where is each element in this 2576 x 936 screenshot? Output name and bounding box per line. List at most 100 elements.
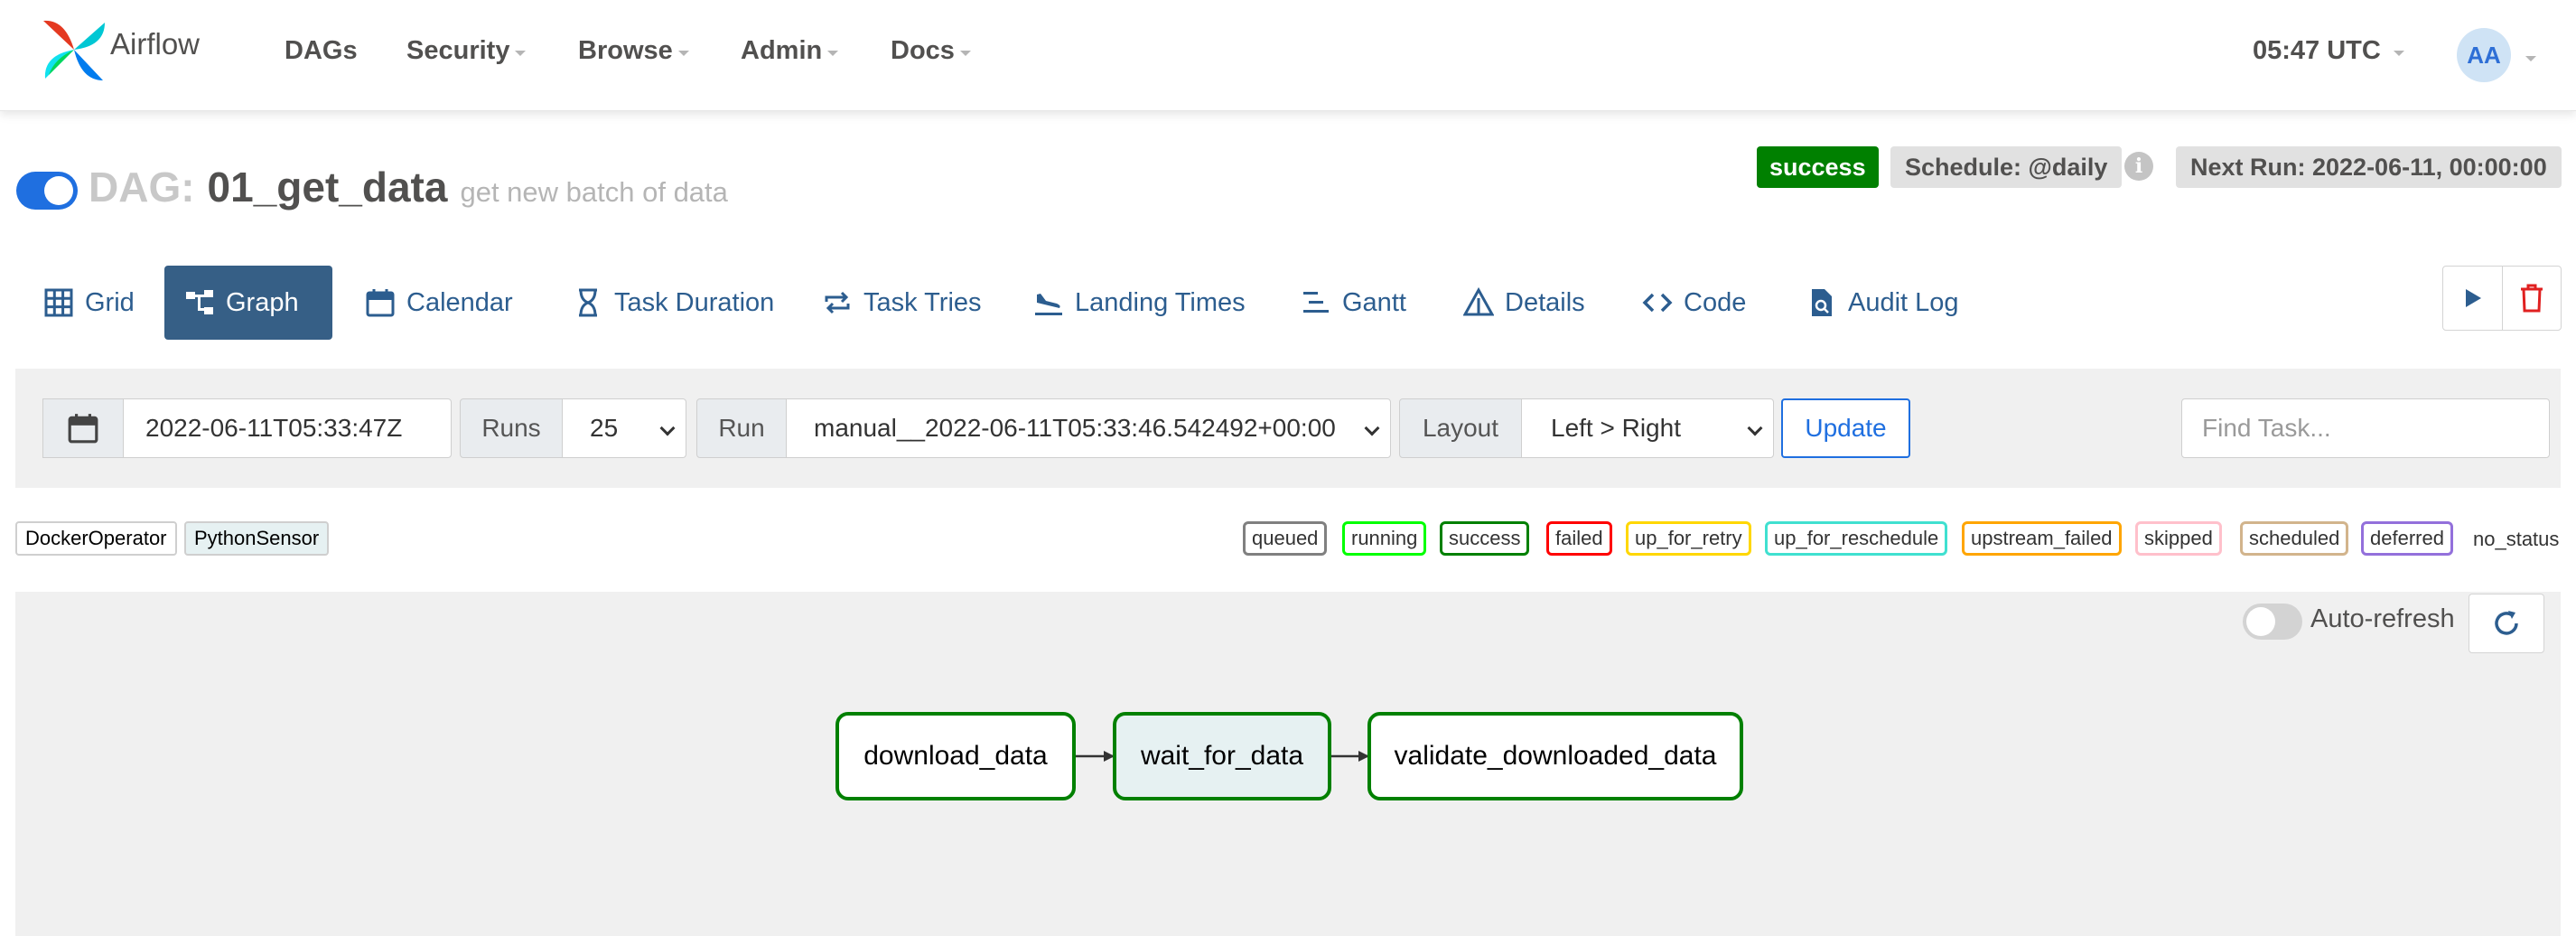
task-node-download-data[interactable]: download_data	[835, 712, 1076, 800]
nav-browse[interactable]: Browse	[578, 36, 689, 66]
airflow-pinwheel-icon	[43, 20, 105, 80]
caret-down-icon[interactable]	[2525, 56, 2536, 61]
state-legend-success[interactable]: success	[1440, 521, 1530, 556]
tab-grid[interactable]: Grid	[23, 266, 154, 340]
tab-graph-label: Graph	[226, 287, 299, 317]
task-node-validate-downloaded-data[interactable]: validate_downloaded_data	[1367, 712, 1743, 800]
caret-down-icon	[677, 50, 689, 56]
caret-down-icon	[515, 50, 527, 56]
graph-canvas[interactable]: Auto-refresh download_data wait_for_data…	[15, 592, 2561, 936]
state-legend-no-status[interactable]: no_status	[2473, 528, 2559, 551]
dag-pause-toggle[interactable]	[16, 172, 78, 210]
base-date-value: 2022-06-11T05:33:47Z	[145, 414, 403, 442]
tab-task-duration-label: Task Duration	[614, 287, 775, 317]
nav-security[interactable]: Security	[406, 36, 527, 66]
state-legend-failed[interactable]: failed	[1546, 521, 1612, 556]
trigger-dag-button[interactable]	[2443, 267, 2502, 330]
calendar-icon	[366, 289, 395, 317]
next-run-badge: Next Run: 2022-06-11, 00:00:00	[2176, 146, 2562, 188]
state-legend-running[interactable]: running	[1342, 521, 1427, 556]
tab-task-tries-label: Task Tries	[863, 287, 982, 317]
gantt-icon	[1303, 292, 1329, 313]
nav-admin-label: Admin	[741, 36, 823, 65]
nav-dags[interactable]: DAGs	[285, 36, 358, 66]
dag-actions	[2442, 266, 2562, 331]
hourglass-icon	[579, 288, 597, 317]
nav-browse-label: Browse	[578, 36, 673, 65]
layout-select[interactable]: Left > Right	[1521, 398, 1774, 458]
info-icon[interactable]: i	[2124, 152, 2153, 181]
task-label: download_data	[863, 741, 1048, 771]
schedule-badge: Schedule: @daily	[1890, 146, 2123, 188]
runs-value: 25	[590, 414, 619, 442]
state-legend-upstream-failed[interactable]: upstream_failed	[1962, 521, 2122, 556]
state-legend-deferred[interactable]: deferred	[2361, 521, 2453, 556]
tab-audit-log-label: Audit Log	[1848, 287, 1959, 317]
user-avatar[interactable]: AA	[2457, 28, 2511, 82]
task-node-wait-for-data[interactable]: wait_for_data	[1113, 712, 1331, 800]
plane-landing-icon	[1035, 294, 1062, 315]
grid-icon	[44, 288, 73, 317]
operator-legend-python-sensor: PythonSensor	[184, 521, 330, 556]
runs-label: Runs	[460, 398, 563, 458]
clock-label: 05:47 UTC	[2253, 36, 2381, 65]
run-label: Run	[696, 398, 787, 458]
tab-task-duration[interactable]: Task Duration	[553, 266, 794, 340]
operator-legend-docker: DockerOperator	[15, 521, 177, 556]
chevron-down-icon	[659, 420, 676, 436]
state-legend-scheduled[interactable]: scheduled	[2240, 521, 2349, 556]
tab-gantt[interactable]: Gantt	[1281, 266, 1426, 340]
state-legend-queued[interactable]: queued	[1243, 521, 1328, 556]
dag-id: 01_get_data	[207, 164, 448, 211]
layout-value: Left > Right	[1551, 414, 1681, 442]
tab-task-tries[interactable]: Task Tries	[802, 266, 1002, 340]
nav-admin[interactable]: Admin	[741, 36, 839, 66]
tab-gantt-label: Gantt	[1342, 287, 1406, 317]
nav-docs[interactable]: Docs	[891, 36, 971, 66]
state-legend-up-for-retry[interactable]: up_for_retry	[1626, 521, 1751, 556]
task-label: validate_downloaded_data	[1394, 741, 1717, 771]
avatar-initials: AA	[2467, 41, 2501, 69]
file-search-icon	[1812, 289, 1832, 316]
graph-icon	[186, 290, 213, 314]
tab-landing-times-label: Landing Times	[1075, 287, 1246, 317]
code-icon	[1642, 293, 1673, 313]
airflow-logo[interactable]: Airflow	[40, 16, 200, 83]
dag-status-badge: success	[1757, 146, 1879, 188]
delete-dag-button[interactable]	[2502, 267, 2561, 330]
retry-icon	[825, 291, 850, 314]
chevron-down-icon	[1747, 420, 1763, 436]
base-date-input[interactable]: 2022-06-11T05:33:47Z	[123, 398, 452, 458]
tab-landing-times[interactable]: Landing Times	[1013, 266, 1265, 340]
nav-docs-label: Docs	[891, 36, 955, 65]
dag-prefix: DAG:	[89, 164, 195, 211]
run-select[interactable]: manual__2022-06-11T05:33:46.542492+00:00	[786, 398, 1391, 458]
warning-triangle-icon	[1463, 287, 1494, 316]
tab-code-label: Code	[1684, 287, 1747, 317]
tab-code[interactable]: Code	[1622, 266, 1766, 340]
dag-title: DAG: 01_get_data get new batch of data	[89, 163, 728, 211]
tab-audit-log[interactable]: Audit Log	[1787, 266, 1979, 340]
tab-grid-label: Grid	[85, 287, 135, 317]
navbar: Airflow DAGs Security Browse Admin Docs …	[0, 0, 2576, 111]
tab-calendar[interactable]: Calendar	[345, 266, 533, 340]
runs-select[interactable]: 25	[562, 398, 686, 458]
date-picker-button[interactable]	[42, 398, 124, 458]
filter-bar: 2022-06-11T05:33:47Z Runs 25 Run manual_…	[15, 369, 2561, 488]
tab-details[interactable]: Details	[1443, 266, 1605, 340]
update-button[interactable]: Update	[1781, 398, 1910, 458]
play-icon	[2465, 289, 2481, 307]
nav-dags-label: DAGs	[285, 36, 358, 65]
state-legend-up-for-reschedule[interactable]: up_for_reschedule	[1765, 521, 1948, 556]
timezone-clock[interactable]: 05:47 UTC	[2253, 36, 2404, 66]
caret-down-icon	[959, 50, 971, 56]
caret-down-icon	[827, 50, 839, 56]
tab-graph[interactable]: Graph	[164, 266, 332, 340]
caret-down-icon	[2393, 50, 2404, 56]
find-task-input[interactable]: Find Task...	[2181, 398, 2550, 458]
chevron-down-icon	[1364, 420, 1380, 436]
brand-name: Airflow	[110, 27, 201, 61]
nav-security-label: Security	[406, 36, 510, 65]
toggle-knob	[44, 176, 73, 205]
state-legend-skipped[interactable]: skipped	[2135, 521, 2222, 556]
